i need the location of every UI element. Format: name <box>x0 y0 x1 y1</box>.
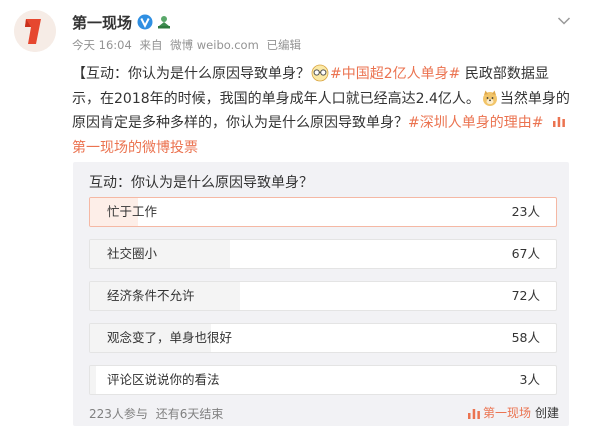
vote-icon <box>467 408 480 419</box>
vote-option-label: 忙于工作 <box>107 204 158 219</box>
source-prefix: 来自 <box>139 38 163 52</box>
vote-option-label: 经济条件不允许 <box>107 288 195 303</box>
vote-option[interactable]: 社交圈小 67人 <box>89 239 557 269</box>
post-body: 【互动：你认为是什么原因导致单身？ #中国超2亿人单身# 民政部数据显示，在201… <box>72 62 570 160</box>
account-name[interactable]: 第一现场 <box>72 12 132 33</box>
vote-option[interactable]: 忙于工作 23人 <box>89 197 557 227</box>
vote-option-label: 评论区说说你的看法 <box>107 372 220 387</box>
hashtag-link[interactable]: #中国超2亿人单身# <box>330 66 460 82</box>
vote-option[interactable]: 观念变了，单身也很好 58人 <box>89 323 557 353</box>
vote-link[interactable]: 第一现场的微博投票 <box>72 140 198 156</box>
vote-option-label: 社交圈小 <box>107 246 158 261</box>
edited-label[interactable]: 已编辑 <box>266 38 301 52</box>
doge-emoji <box>482 90 497 106</box>
vote-option[interactable]: 经济条件不允许 72人 <box>89 281 557 311</box>
avatar-logo <box>14 10 56 52</box>
vote-option-count: 67人 <box>511 246 540 261</box>
vote-option-label: 观念变了，单身也很好 <box>107 330 233 345</box>
post-source[interactable]: 微博 weibo.com <box>170 38 259 52</box>
vote-created-label: 创建 <box>534 406 559 420</box>
avatar[interactable] <box>14 10 56 52</box>
vote-option[interactable]: 评论区说说你的看法 3人 <box>89 365 557 395</box>
vote-creator[interactable]: 第一现场 <box>483 404 531 421</box>
post-intro: 【互动：你认为是什么原因导致单身？ <box>72 66 310 82</box>
account-name-row: 第一现场 <box>72 11 172 33</box>
vote-status: 223人参与 还有6天结束 <box>89 405 227 422</box>
vote-time-left: 还有6天结束 <box>155 407 224 421</box>
vote-creator-info: 第一现场 创建 <box>467 404 559 421</box>
verified-icon <box>137 14 153 30</box>
vote-option-count: 72人 <box>511 288 540 303</box>
vote-icon <box>553 117 566 127</box>
vote-option-bar <box>90 366 97 394</box>
vote-option-count: 3人 <box>519 372 540 387</box>
vote-card: 互动：你认为是什么原因导致单身？ 忙于工作 23人 社交圈小 67人 经济条件不… <box>73 162 569 426</box>
glasses-emoji <box>311 64 329 82</box>
member-icon[interactable] <box>156 14 172 30</box>
vote-title: 互动：你认为是什么原因导致单身？ <box>89 175 313 191</box>
vote-option-count: 58人 <box>511 330 540 345</box>
hashtag-link[interactable]: #深圳人单身的理由# <box>408 115 543 131</box>
weibo-post: 第一现场 今天 16:04 来自 微博 weibo.com 已编辑 【互动：你认… <box>0 0 589 429</box>
vote-option-count: 23人 <box>511 204 540 219</box>
chevron-down-icon[interactable] <box>557 16 571 26</box>
post-time[interactable]: 今天 16:04 <box>72 38 132 52</box>
vote-participants: 223人参与 <box>89 407 148 421</box>
post-meta: 今天 16:04 来自 微博 weibo.com 已编辑 <box>72 37 305 53</box>
